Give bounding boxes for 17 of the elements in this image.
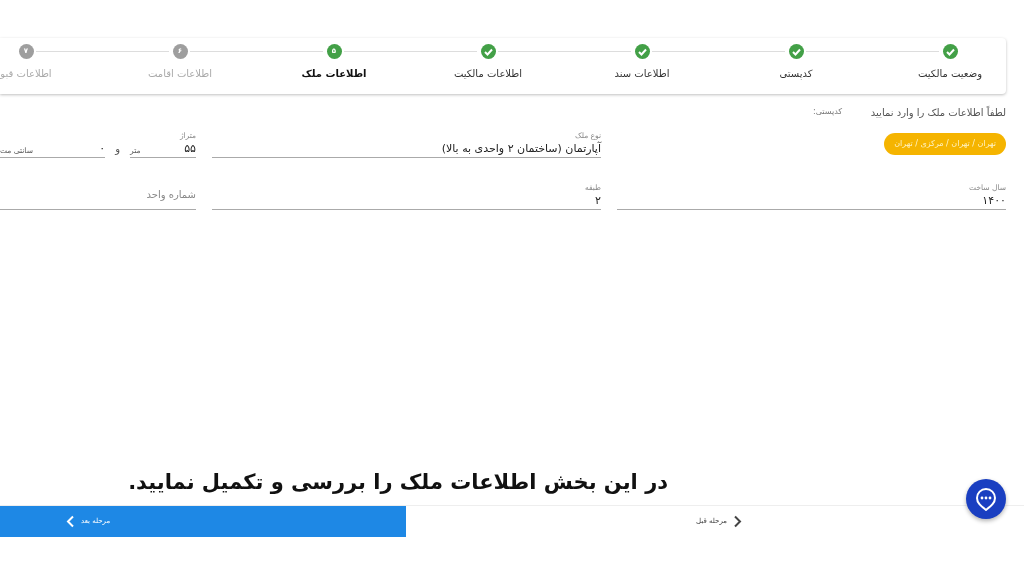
instruction-text: لطفاً اطلاعات ملک را وارد نمایید — [870, 105, 1006, 120]
step-label: اطلاعات سند — [614, 67, 670, 81]
postal-code-label: کدپستی: — [813, 106, 843, 118]
chevron-right-icon — [733, 515, 742, 528]
caption-text: در این بخش اطلاعات ملک را بررسی و تکمیل نمایید. — [127, 469, 669, 496]
and-text: و — [115, 142, 120, 157]
chevron-left-icon — [66, 515, 75, 528]
step-label: اطلاعات ملک — [301, 67, 367, 81]
step-label: اطلاعات اقامت — [147, 67, 213, 81]
step-label: کدپستی — [779, 67, 813, 81]
step-label: اطلاعات قبو — [0, 67, 52, 81]
unit-number-field[interactable]: شماره واحد — [0, 182, 196, 210]
step-label: اطلاعات مالکیت — [453, 67, 523, 81]
chat-icon — [975, 487, 997, 511]
location-badge: تهران / تهران / مرکزی / تهران — [884, 133, 1006, 155]
chat-button[interactable] — [966, 479, 1006, 519]
step-label: وضعیت مالکیت — [918, 67, 982, 81]
